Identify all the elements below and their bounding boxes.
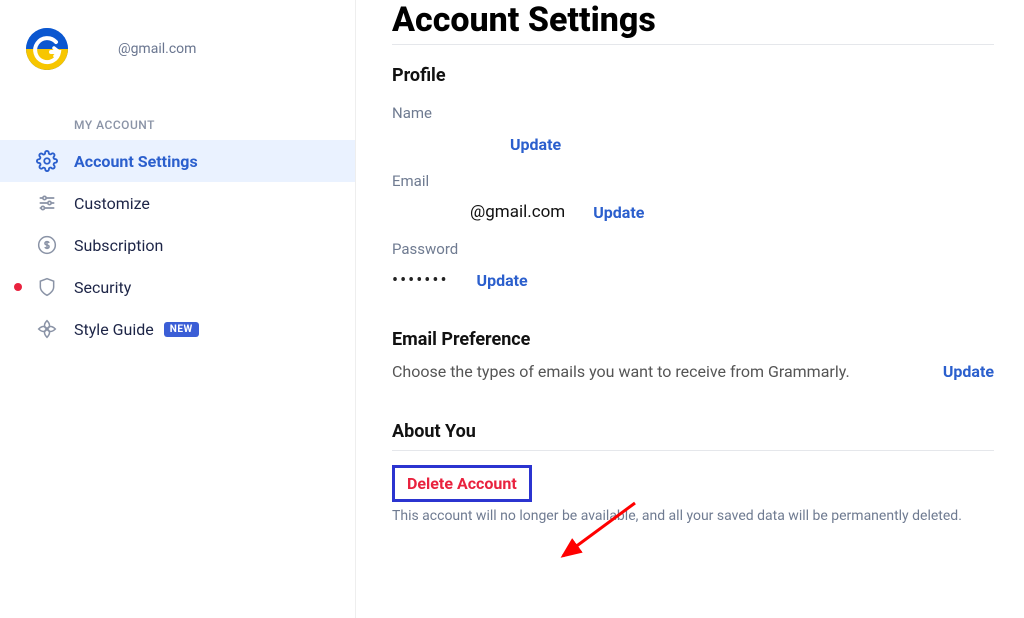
gear-icon [36,150,58,172]
sidebar: @gmail.com MY ACCOUNT Account Settings C… [0,0,356,618]
page-title: Account Settings [392,0,994,45]
sidebar-item-style-guide[interactable]: Style Guide NEW [0,308,355,350]
email-pref-text: Choose the types of emails you want to r… [392,362,850,381]
name-row: Update [392,134,994,154]
sidebar-item-label: Account Settings [74,152,198,171]
leaf-icon [36,318,58,340]
sidebar-item-label: Customize [74,194,150,213]
name-update-link[interactable]: Update [510,135,561,154]
new-badge: NEW [164,322,199,337]
main-content: Account Settings Profile Name Update Ema… [356,0,1024,618]
about-heading: About You [392,421,994,451]
delete-account-highlight-box: Delete Account [392,465,532,502]
email-update-link[interactable]: Update [593,203,644,222]
password-update-link[interactable]: Update [477,271,528,290]
email-label: Email [392,172,994,190]
shield-icon [36,276,58,298]
sidebar-item-customize[interactable]: Customize [0,182,355,224]
name-label: Name [392,104,994,122]
email-value [392,202,442,222]
sidebar-item-subscription[interactable]: Subscription [0,224,355,266]
email-row: @gmail.com Update [392,202,994,222]
sidebar-section-label: MY ACCOUNT [0,100,355,140]
sidebar-header: @gmail.com [0,28,355,100]
delete-account-description: This account will no longer be available… [392,508,994,524]
name-value [392,134,482,154]
email-value-domain: @gmail.com [470,202,565,222]
grammarly-logo-icon [26,28,68,70]
profile-heading: Profile [392,65,994,86]
sliders-icon [36,192,58,214]
user-email: @gmail.com [118,41,196,57]
dollar-icon [36,234,58,256]
password-label: Password [392,240,994,258]
email-pref-row: Choose the types of emails you want to r… [392,362,994,381]
password-row: ••••••• Update [392,270,994,291]
sidebar-item-label: Style Guide [74,320,154,339]
delete-account-link[interactable]: Delete Account [407,474,517,493]
sidebar-item-account-settings[interactable]: Account Settings [0,140,355,182]
notification-dot-icon [14,283,22,291]
email-pref-update-link[interactable]: Update [943,362,994,381]
email-pref-heading: Email Preference [392,329,994,350]
password-value: ••••••• [392,270,449,291]
sidebar-item-security[interactable]: Security [0,266,355,308]
sidebar-item-label: Subscription [74,236,163,255]
sidebar-item-label: Security [74,278,131,297]
